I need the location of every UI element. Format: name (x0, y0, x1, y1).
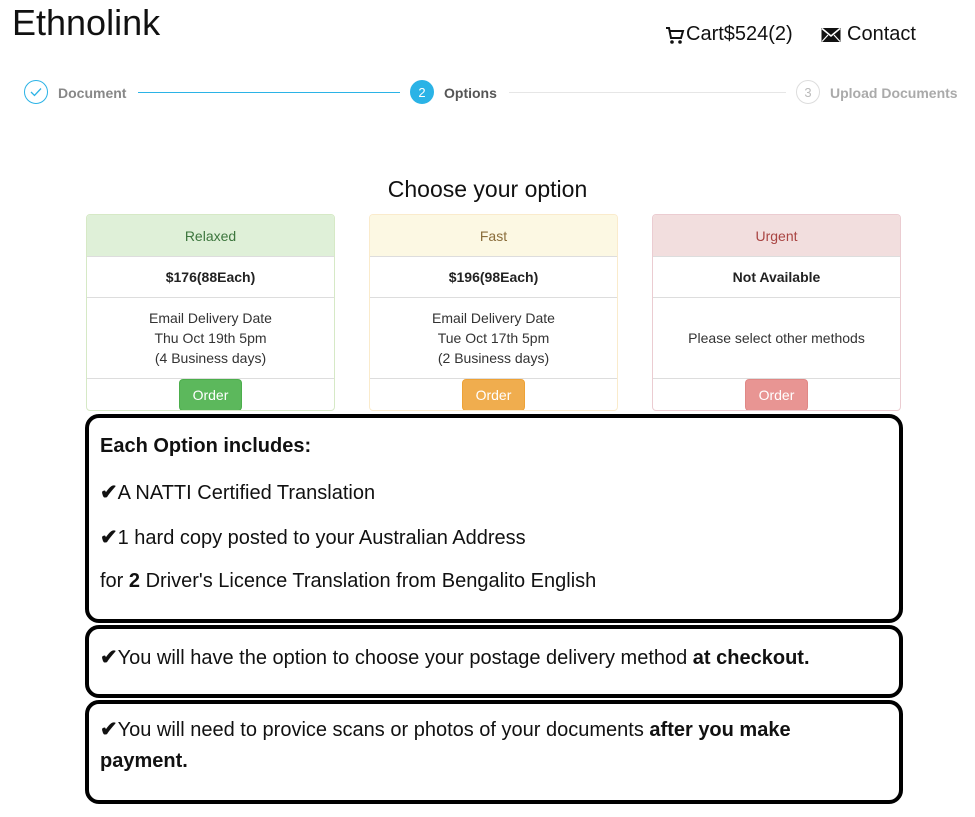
option-card-urgent: Urgent Not Available Please select other… (652, 214, 901, 411)
option-name: Urgent (653, 215, 900, 257)
cart-link[interactable]: Cart$524(2) (665, 23, 793, 46)
cart-label: Cart$524(2) (686, 23, 793, 45)
step-options-number[interactable]: 2 (410, 80, 434, 104)
scan-note-box: ✔You will need to provice scans or photo… (85, 700, 903, 804)
step-upload-label[interactable]: Upload Documents (830, 85, 958, 101)
check-icon: ✔ (100, 718, 118, 741)
step-document-check-icon[interactable] (24, 80, 48, 104)
delivery-days: (4 Business days) (154, 350, 267, 366)
check-icon: ✔ (100, 646, 118, 669)
option-price: $196(98Each) (370, 257, 617, 298)
step-connector-done (138, 92, 400, 93)
step-upload-number[interactable]: 3 (796, 80, 820, 104)
delivery-date: Thu Oct 19th 5pm (154, 330, 267, 346)
translation-summary: for 2 Driver's Licence Translation from … (100, 570, 597, 592)
option-name: Fast (370, 215, 617, 257)
delivery-date: Tue Oct 17th 5pm (437, 330, 550, 346)
includes-item: ✔A NATTI Certified Translation (100, 481, 376, 504)
delivery-days: (2 Business days) (437, 350, 550, 366)
option-price: Not Available (653, 257, 900, 298)
page-title: Choose your option (387, 176, 588, 202)
option-card-relaxed: Relaxed $176(88Each) Email Delivery Date… (86, 214, 335, 411)
step-document-label[interactable]: Document (58, 85, 126, 101)
option-name: Relaxed (87, 215, 334, 257)
check-icon: ✔ (100, 481, 118, 504)
order-button-fast[interactable]: Order (462, 379, 525, 410)
delivery-info: Please select other methods (653, 298, 900, 379)
option-card-fast: Fast $196(98Each) Email Delivery Date Tu… (369, 214, 618, 411)
delivery-info: Email Delivery Date Thu Oct 19th 5pm (4 … (87, 298, 334, 379)
delivery-line: Email Delivery Date (432, 310, 555, 326)
step-options-label[interactable]: Options (444, 85, 497, 101)
brand-logo[interactable]: Ethnolink (12, 2, 160, 44)
cart-icon (666, 26, 685, 44)
progress-stepper: Document 2 Options 3 Upload Documents (0, 80, 975, 106)
delivery-info: Email Delivery Date Tue Oct 17th 5pm (2 … (370, 298, 617, 379)
postage-note-box: ✔You will have the option to choose your… (85, 625, 903, 698)
contact-label: Contact (847, 23, 916, 45)
includes-item: ✔1 hard copy posted to your Australian A… (100, 526, 526, 549)
includes-heading: Each Option includes: (100, 435, 312, 457)
contact-link[interactable]: Contact (821, 23, 916, 46)
document-count: 2 (128, 570, 141, 592)
option-price: $176(88Each) (87, 257, 334, 298)
unavailable-message: Please select other methods (688, 330, 865, 346)
order-button-relaxed[interactable]: Order (179, 379, 242, 410)
includes-box: Each Option includes: ✔A NATTI Certified… (85, 414, 903, 623)
postage-note: ✔You will have the option to choose your… (100, 646, 810, 669)
check-icon: ✔ (100, 526, 118, 549)
envelope-icon (821, 27, 841, 42)
scan-note: ✔You will need to provice scans or photo… (100, 718, 791, 772)
delivery-line: Email Delivery Date (149, 310, 272, 326)
step-connector-pending (509, 92, 786, 93)
order-button-urgent[interactable]: Order (745, 379, 808, 410)
